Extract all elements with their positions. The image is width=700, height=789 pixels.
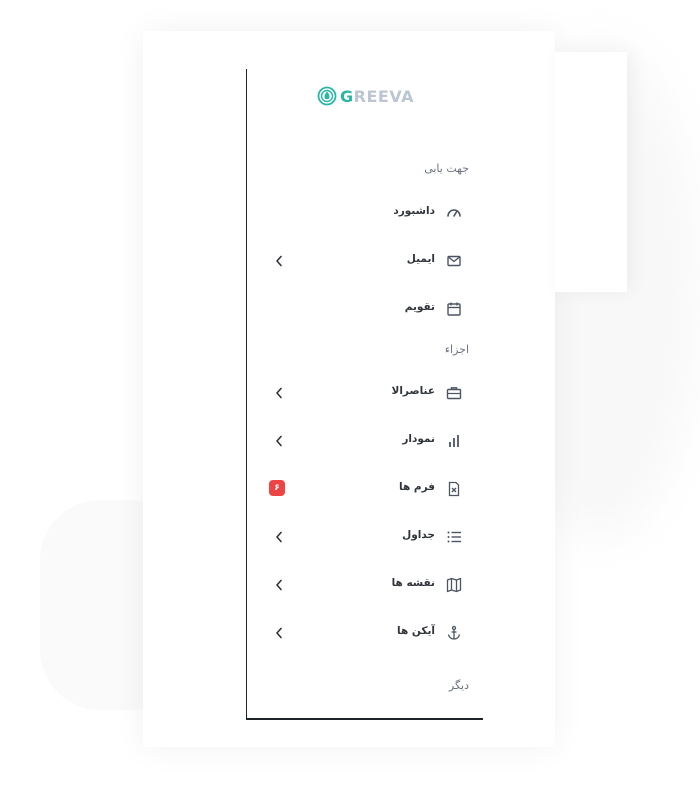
- panel-extension: [555, 52, 627, 292]
- file-icon: [445, 480, 463, 498]
- map-icon: [445, 576, 463, 594]
- brand-logo[interactable]: GREEVA: [317, 86, 414, 106]
- sidebar-item-dashboard[interactable]: داشبورد: [247, 200, 483, 226]
- section-title-other: دیگر: [448, 679, 469, 692]
- calendar-icon: [445, 300, 463, 318]
- sidebar-item-label: نقشه ها: [391, 577, 435, 589]
- sidebar-item-elements[interactable]: عناصرالا: [247, 380, 483, 406]
- sidebar-item-tables[interactable]: جداول: [247, 524, 483, 550]
- section-title-navigation: جهت یابی: [424, 162, 469, 175]
- sidebar-item-label: ایمیل: [406, 253, 435, 265]
- sidebar-item-calendar[interactable]: تقویم: [247, 296, 483, 322]
- sidebar-item-label: نمودار: [402, 433, 435, 445]
- chevron-left-icon[interactable]: [273, 626, 285, 640]
- sidebar: GREEVA جهت یابی داشبورد ایمیل تقویم اجزا…: [246, 69, 483, 720]
- sidebar-item-label: جداول: [402, 529, 435, 541]
- chevron-left-icon[interactable]: [273, 386, 285, 400]
- anchor-icon: [445, 624, 463, 642]
- count-badge: ۶: [269, 480, 285, 496]
- list-icon: [445, 528, 463, 546]
- sidebar-item-label: عناصرالا: [391, 385, 436, 397]
- sidebar-item-label: تقویم: [404, 301, 435, 313]
- chevron-left-icon[interactable]: [273, 254, 285, 268]
- sidebar-item-maps[interactable]: نقشه ها: [247, 572, 483, 598]
- logo-icon: [317, 86, 337, 106]
- briefcase-icon: [445, 384, 463, 402]
- chevron-left-icon[interactable]: [273, 434, 285, 448]
- sidebar-item-label: فرم ها: [399, 481, 435, 493]
- sidebar-item-forms[interactable]: فرم ها ۶: [247, 476, 483, 502]
- logo-text: GREEVA: [340, 86, 414, 106]
- section-title-components: اجزاء: [444, 343, 469, 356]
- gauge-icon: [445, 204, 463, 222]
- bar-chart-icon: [445, 432, 463, 450]
- sidebar-item-icons[interactable]: آیکن ها: [247, 620, 483, 646]
- sidebar-item-email[interactable]: ایمیل: [247, 248, 483, 274]
- sidebar-item-chart[interactable]: نمودار: [247, 428, 483, 454]
- sidebar-item-label: داشبورد: [393, 205, 435, 217]
- sidebar-item-label: آیکن ها: [397, 625, 435, 637]
- envelope-icon: [445, 252, 463, 270]
- chevron-left-icon[interactable]: [273, 530, 285, 544]
- chevron-left-icon[interactable]: [273, 578, 285, 592]
